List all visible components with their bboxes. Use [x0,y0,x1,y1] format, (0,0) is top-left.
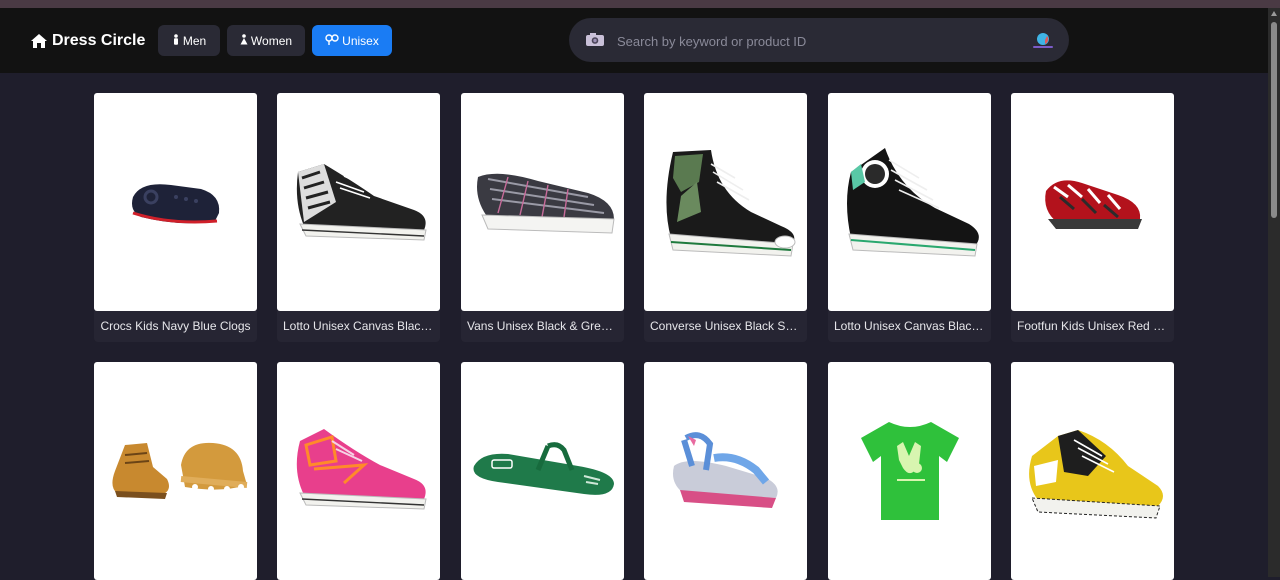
brand-logo[interactable]: Dress Circle [30,32,145,50]
product-title[interactable]: Footfun Kids Unisex Red Sh... [1011,311,1174,342]
product-image[interactable] [644,362,807,580]
camera-icon[interactable] [585,32,605,52]
product-card[interactable] [828,362,991,580]
product-image[interactable] [277,362,440,580]
product-title[interactable]: Lotto Unisex Canvas Black ... [277,311,440,342]
product-card[interactable]: Crocs Kids Navy Blue Clogs [94,93,257,342]
nav-unisex-button[interactable]: Unisex [312,25,392,56]
nav-women-button[interactable]: Women [227,25,305,56]
male-icon [172,33,180,48]
scrollbar-thumb[interactable] [1271,22,1277,218]
baby-boot-image [111,442,247,499]
product-image[interactable] [828,93,991,311]
product-card[interactable] [644,362,807,580]
product-title[interactable]: Crocs Kids Navy Blue Clogs [94,311,257,342]
tshirt-image [860,422,959,520]
hightop-image [665,150,795,257]
slipon-image [476,173,615,234]
unisex-icon [325,33,339,48]
product-image[interactable] [94,362,257,580]
brand-name: Dress Circle [52,32,146,49]
sneaker-image [296,164,427,241]
search-bar [569,18,1069,62]
product-title[interactable]: Converse Unisex Black Shoes [644,311,807,342]
product-image[interactable] [461,93,624,311]
product-image[interactable] [828,362,991,580]
product-card[interactable]: Lotto Unisex Canvas Black ... [828,93,991,342]
product-card[interactable] [94,362,257,580]
product-card[interactable]: Lotto Unisex Canvas Black ... [277,93,440,342]
product-title[interactable]: Lotto Unisex Canvas Black ... [828,311,991,342]
hightop-image [846,148,979,257]
product-card[interactable] [1011,362,1174,580]
home-icon [31,34,47,48]
top-navbar: Dress Circle Men Women Unisex [0,8,1280,73]
product-image[interactable] [94,93,257,311]
clog-image [130,184,219,228]
pink-sneaker-image [296,429,427,510]
product-card[interactable]: Converse Unisex Black Shoes [644,93,807,342]
product-image[interactable] [461,362,624,580]
nav-women-label: Women [250,33,293,48]
page-scrollbar[interactable] [1268,8,1280,577]
product-image[interactable] [1011,93,1174,311]
nav-unisex-label: Unisex [342,33,379,48]
product-card[interactable] [461,362,624,580]
product-image[interactable] [644,93,807,311]
nav-men-label: Men [182,33,207,48]
product-title[interactable]: Vans Unisex Black & Grey C... [461,311,624,342]
product-card[interactable]: Footfun Kids Unisex Red Sh... [1011,93,1174,342]
scroll-up-arrow-icon[interactable] [1271,11,1277,16]
voice-search-icon[interactable] [1031,31,1055,54]
product-card[interactable] [277,362,440,580]
window-top-strip [0,0,1280,8]
search-input[interactable] [615,26,1019,56]
product-image[interactable] [277,93,440,311]
kidshoe-image [1044,180,1142,229]
sandal-image [672,432,778,508]
nav-men-button[interactable]: Men [158,25,220,56]
female-icon [240,33,248,48]
product-image[interactable] [1011,362,1174,580]
yellow-sneaker-image [1028,430,1163,519]
flip-flop-image [473,442,614,495]
product-card[interactable]: Vans Unisex Black & Grey C... [461,93,624,342]
